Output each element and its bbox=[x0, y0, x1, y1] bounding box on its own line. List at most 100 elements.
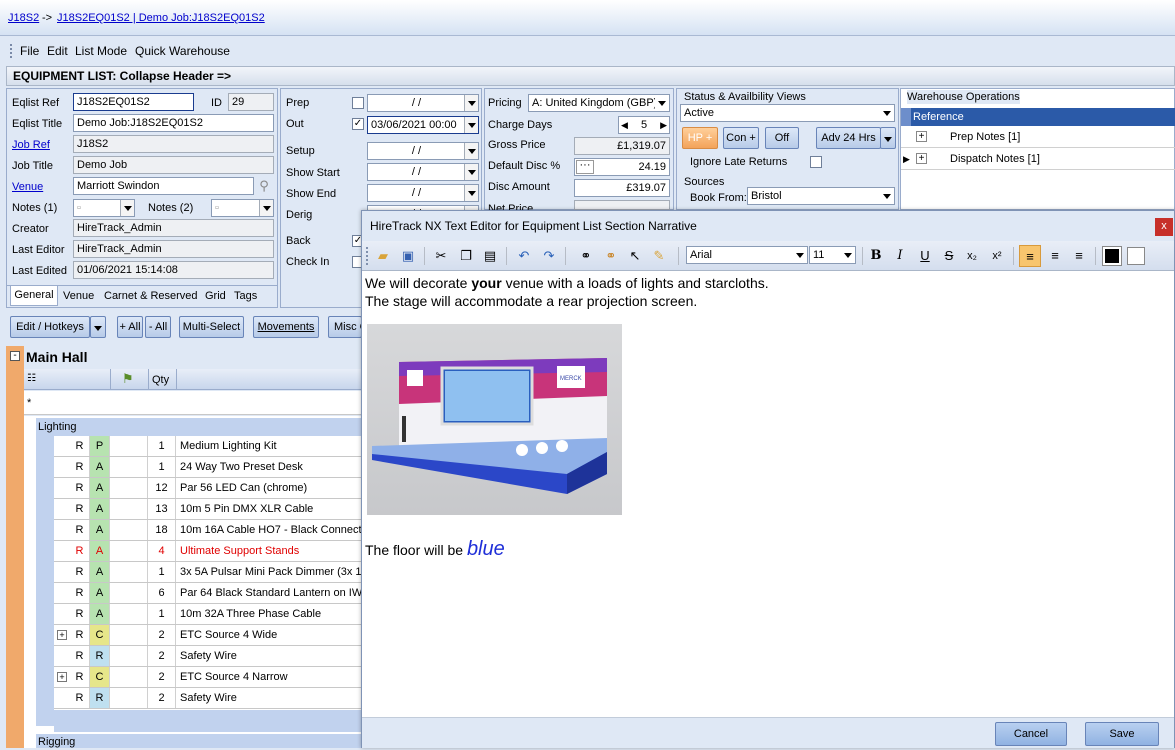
out-checkbox[interactable]: ✓ bbox=[352, 118, 364, 130]
group-lighting[interactable]: Lighting bbox=[36, 418, 366, 436]
status-select[interactable]: Active bbox=[680, 104, 895, 122]
align-center-icon[interactable]: ≡ bbox=[1044, 245, 1066, 267]
table-row[interactable]: R A 1 24 Way Two Preset Desk bbox=[54, 457, 366, 478]
movements-button[interactable]: Movements bbox=[253, 316, 319, 338]
table-row[interactable]: R R 2 Safety Wire bbox=[54, 646, 366, 667]
paste-icon[interactable]: ▤ bbox=[479, 245, 501, 267]
adv-dropdown-button[interactable] bbox=[880, 127, 896, 149]
font-family-select[interactable]: Arial bbox=[686, 246, 808, 264]
setup-date-input[interactable]: / / bbox=[367, 142, 479, 160]
collapse-icon[interactable]: - bbox=[10, 351, 20, 361]
table-row[interactable]: R R 2 Safety Wire bbox=[54, 688, 366, 709]
menu-edit[interactable]: Edit bbox=[47, 44, 68, 58]
group-rigging[interactable]: Rigging bbox=[36, 734, 366, 748]
venue-link[interactable]: Venue bbox=[12, 180, 43, 194]
column-chooser-icon[interactable]: ☷ bbox=[27, 373, 36, 384]
job-ref-link[interactable]: Job Ref bbox=[12, 138, 50, 152]
align-right-icon[interactable]: ≡ bbox=[1068, 245, 1090, 267]
cut-icon[interactable]: ✂ bbox=[430, 245, 452, 267]
superscript-icon[interactable]: x² bbox=[986, 245, 1008, 267]
menu-file[interactable]: File bbox=[20, 44, 39, 58]
table-row[interactable]: R A 18 10m 16A Cable HO7 - Black Connector bbox=[54, 520, 366, 541]
table-row[interactable]: R A 12 Par 56 LED Can (chrome) bbox=[54, 478, 366, 499]
warehouse-row-dispatch-notes[interactable]: ▶ + Dispatch Notes [1] bbox=[901, 149, 1175, 170]
breadcrumb-job-link[interactable]: J18S2 bbox=[8, 11, 39, 25]
eqlist-title-input[interactable]: Demo Job:J18S2EQ01S2 bbox=[73, 114, 274, 132]
notes1-dropdown[interactable]: ▫ bbox=[73, 199, 135, 217]
expand-icon[interactable]: + bbox=[57, 630, 67, 640]
tab-tags[interactable]: Tags bbox=[234, 289, 257, 303]
copy-icon[interactable]: ❐ bbox=[455, 245, 477, 267]
show-end-date-input[interactable]: / / bbox=[367, 184, 479, 202]
tab-grid[interactable]: Grid bbox=[205, 289, 226, 303]
notes2-dropdown[interactable]: ▫ bbox=[211, 199, 274, 217]
tab-venue[interactable]: Venue bbox=[63, 289, 94, 303]
tab-carnet-reserved[interactable]: Carnet & Reserved bbox=[104, 289, 198, 303]
multi-select-button[interactable]: Multi-Select bbox=[179, 316, 244, 338]
underline-icon[interactable]: U bbox=[914, 245, 936, 267]
venue-input[interactable]: Marriott Swindon bbox=[73, 177, 254, 195]
add-all-button[interactable]: + All bbox=[117, 316, 143, 338]
new-row[interactable]: * bbox=[24, 391, 366, 415]
menu-list-mode[interactable]: List Mode bbox=[75, 44, 127, 58]
highlight-icon[interactable]: ✎ bbox=[648, 245, 670, 267]
warehouse-header-reference[interactable]: Reference bbox=[901, 108, 1175, 126]
table-row[interactable]: R A 13 10m 5 Pin DMX XLR Cable bbox=[54, 499, 366, 520]
replace-icon[interactable]: ⚭ bbox=[600, 245, 622, 267]
save-icon[interactable]: ▣ bbox=[397, 245, 419, 267]
table-row[interactable]: R A 4 Ultimate Support Stands bbox=[54, 541, 366, 562]
open-icon[interactable]: ▰ bbox=[372, 245, 394, 267]
pricing-label: Pricing bbox=[488, 97, 522, 109]
menu-quick-warehouse[interactable]: Quick Warehouse bbox=[135, 44, 230, 58]
prep-checkbox[interactable] bbox=[352, 97, 364, 109]
save-button[interactable]: Save bbox=[1085, 722, 1159, 746]
charge-days-stepper[interactable]: ◀ 5 ▶ bbox=[618, 116, 670, 134]
table-row[interactable]: R A 1 3x 5A Pulsar Mini Pack Dimmer (3x 15A… bbox=[54, 562, 366, 583]
default-disc-input[interactable]: ··· 24.19 bbox=[574, 158, 670, 176]
eqlist-ref-input[interactable]: J18S2EQ01S2 bbox=[73, 93, 194, 111]
editor-content-area[interactable]: We will decorate your venue with a loads… bbox=[362, 272, 1174, 717]
font-color-swatch[interactable] bbox=[1102, 246, 1122, 266]
cancel-button[interactable]: Cancel bbox=[995, 722, 1067, 746]
breadcrumb-eqlist-link[interactable]: J18S2EQ01S2 | Demo Job:J18S2EQ01S2 bbox=[57, 11, 265, 25]
equipment-list-header[interactable]: EQUIPMENT LIST: Collapse Header => bbox=[6, 66, 1175, 86]
close-icon[interactable]: x bbox=[1155, 218, 1173, 236]
table-row[interactable]: R A 6 Par 64 Black Standard Lantern on IWB bbox=[54, 583, 366, 604]
italic-icon[interactable]: I bbox=[889, 245, 911, 267]
table-row[interactable]: R A 1 10m 32A Three Phase Cable bbox=[54, 604, 366, 625]
ignore-late-returns-checkbox[interactable] bbox=[810, 156, 822, 168]
bold-icon[interactable]: B bbox=[865, 245, 887, 267]
expand-icon[interactable]: + bbox=[916, 153, 927, 164]
search-icon[interactable]: ⚲ bbox=[254, 177, 274, 195]
font-size-select[interactable]: 11 bbox=[809, 246, 856, 264]
show-start-date-input[interactable]: / / bbox=[367, 163, 479, 181]
prep-date-input[interactable]: / / bbox=[367, 94, 479, 112]
align-left-icon[interactable]: ≡ bbox=[1019, 245, 1041, 267]
subscript-icon[interactable]: x₂ bbox=[961, 245, 983, 267]
background-color-swatch[interactable] bbox=[1127, 247, 1145, 265]
table-row[interactable]: + R C 2 ETC Source 4 Wide bbox=[54, 625, 366, 646]
out-date-input[interactable]: 03/06/2021 00:00 bbox=[367, 116, 479, 134]
redo-icon[interactable]: ↷ bbox=[538, 245, 560, 267]
adv-24hrs-button[interactable]: Adv 24 Hrs bbox=[816, 127, 881, 149]
hp-plus-button[interactable]: HP + bbox=[682, 127, 718, 149]
table-row[interactable]: R P 1 Medium Lighting Kit bbox=[54, 436, 366, 457]
edit-hotkeys-button[interactable]: Edit / Hotkeys bbox=[10, 316, 90, 338]
expand-icon[interactable]: + bbox=[57, 672, 67, 682]
find-icon[interactable]: ⚭ bbox=[575, 245, 597, 267]
minus-all-button[interactable]: - All bbox=[145, 316, 171, 338]
tab-general[interactable]: General bbox=[10, 286, 58, 306]
disc-amount-input[interactable]: £319.07 bbox=[574, 179, 670, 197]
edit-hotkeys-dropdown[interactable] bbox=[90, 316, 106, 338]
strikethrough-icon[interactable]: S bbox=[938, 245, 960, 267]
warehouse-row-prep-notes[interactable]: + Prep Notes [1] bbox=[901, 127, 1175, 148]
select-icon[interactable]: ↖ bbox=[624, 245, 646, 267]
table-row[interactable]: + R C 2 ETC Source 4 Narrow bbox=[54, 667, 366, 688]
con-plus-button[interactable]: Con + bbox=[723, 127, 759, 149]
pricing-select[interactable]: A: United Kingdom (GBP) bbox=[528, 94, 670, 112]
expand-icon[interactable]: + bbox=[916, 131, 927, 142]
book-from-select[interactable]: Bristol bbox=[747, 187, 895, 205]
misc-button[interactable]: Misc C bbox=[328, 316, 362, 338]
undo-icon[interactable]: ↶ bbox=[513, 245, 535, 267]
off-button[interactable]: Off bbox=[765, 127, 799, 149]
